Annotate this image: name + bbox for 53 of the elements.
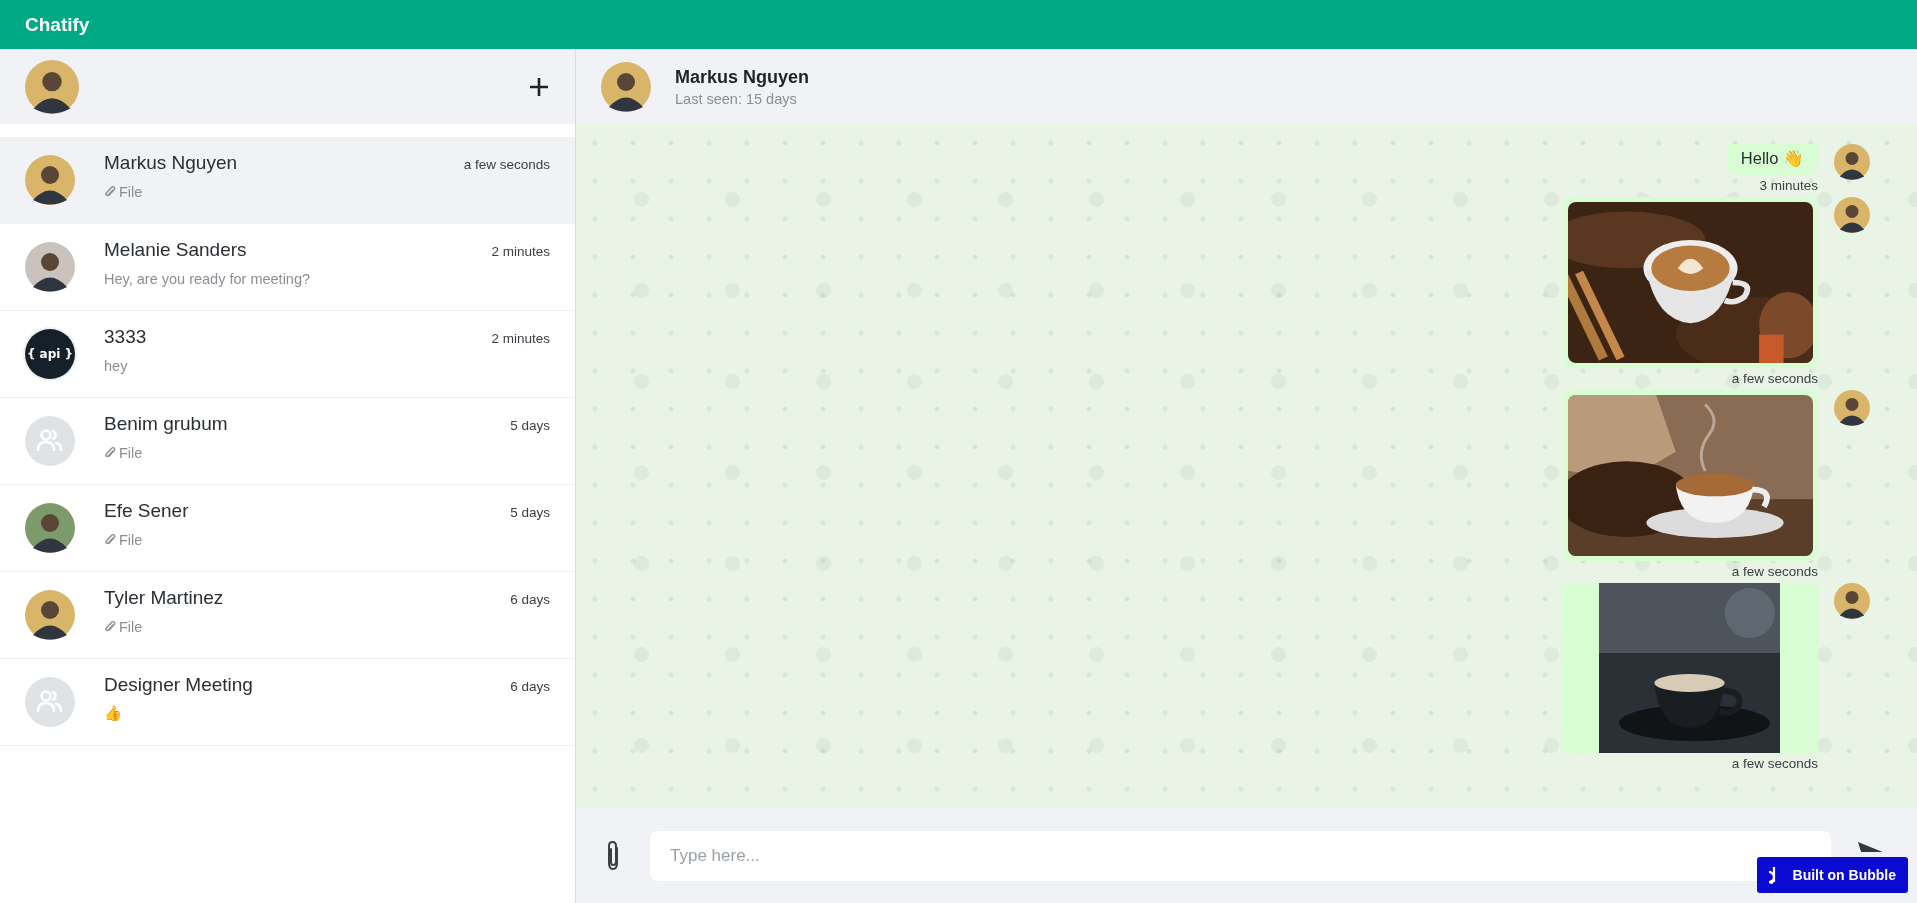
message-time: a few seconds bbox=[1731, 564, 1818, 579]
chat-list-item[interactable]: Benim grubum 5 days File bbox=[0, 398, 575, 485]
avatar-icon bbox=[1834, 144, 1870, 180]
chat-list-item[interactable]: { api } 3333 2 minutes hey bbox=[0, 311, 575, 398]
plus-icon bbox=[528, 75, 550, 98]
message-preview: Hey, are you ready for meeting? bbox=[104, 270, 311, 287]
message-bubble: Hello 👋 bbox=[1726, 144, 1818, 175]
message-time: a few seconds bbox=[463, 156, 550, 172]
last-seen-text: Last seen: 15 days bbox=[675, 90, 798, 107]
message-preview: File bbox=[119, 531, 143, 548]
avatar-icon bbox=[25, 155, 75, 205]
avatar-icon bbox=[25, 242, 75, 292]
avatar-icon bbox=[1834, 583, 1870, 619]
chat-list-item[interactable]: Designer Meeting 6 days 👍 bbox=[0, 659, 575, 746]
chat-list-item[interactable]: Melanie Sanders 2 minutes Hey, are you ready for meeting? bbox=[0, 224, 575, 311]
message-time: 3 minutes bbox=[1759, 178, 1818, 193]
contact-name: Tyler Martinez bbox=[104, 586, 224, 609]
avatar-icon bbox=[25, 59, 79, 114]
chat-list-item[interactable]: Tyler Martinez 6 days File bbox=[0, 572, 575, 659]
image-message[interactable] bbox=[1561, 583, 1818, 753]
message-preview: File bbox=[119, 618, 143, 635]
message-time: 2 minutes bbox=[491, 243, 550, 259]
built-on-bubble-badge[interactable]: Built on Bubble bbox=[1756, 857, 1908, 893]
contact-name: Melanie Sanders bbox=[104, 238, 247, 261]
group-icon bbox=[25, 677, 75, 727]
contact-name: 3333 bbox=[104, 325, 147, 348]
add-button[interactable] bbox=[528, 75, 550, 98]
chat-list-item[interactable]: Efe Sener 5 days File bbox=[0, 485, 575, 572]
message-time: 6 days bbox=[510, 591, 550, 607]
message-time: 5 days bbox=[510, 417, 550, 433]
avatar-icon bbox=[1834, 197, 1870, 233]
message-preview: 👍 bbox=[104, 705, 122, 722]
message-time: 2 minutes bbox=[491, 330, 550, 346]
logo-avatar: { api } bbox=[25, 329, 75, 379]
chat-list-item[interactable]: Markus Nguyen a few seconds File bbox=[0, 137, 575, 224]
contact-name: Markus Nguyen bbox=[675, 66, 810, 88]
avatar-icon bbox=[1834, 390, 1870, 426]
avatar-icon bbox=[601, 61, 651, 112]
contact-name: Efe Sener bbox=[104, 499, 189, 522]
avatar-icon bbox=[25, 590, 75, 640]
message-preview: File bbox=[119, 183, 143, 200]
message-time: 5 days bbox=[510, 504, 550, 520]
message-time: a few seconds bbox=[1731, 371, 1818, 386]
message-time: 6 days bbox=[510, 678, 550, 694]
contact-name: Designer Meeting bbox=[104, 673, 253, 696]
app-title: Chatify bbox=[25, 13, 90, 36]
contact-name: Benim grubum bbox=[104, 412, 228, 435]
avatar-icon bbox=[25, 503, 75, 553]
message-time: a few seconds bbox=[1731, 756, 1818, 771]
group-icon bbox=[25, 416, 75, 466]
message-preview: hey bbox=[104, 357, 128, 374]
contact-name: Markus Nguyen bbox=[104, 151, 238, 174]
message-preview: File bbox=[119, 444, 143, 461]
